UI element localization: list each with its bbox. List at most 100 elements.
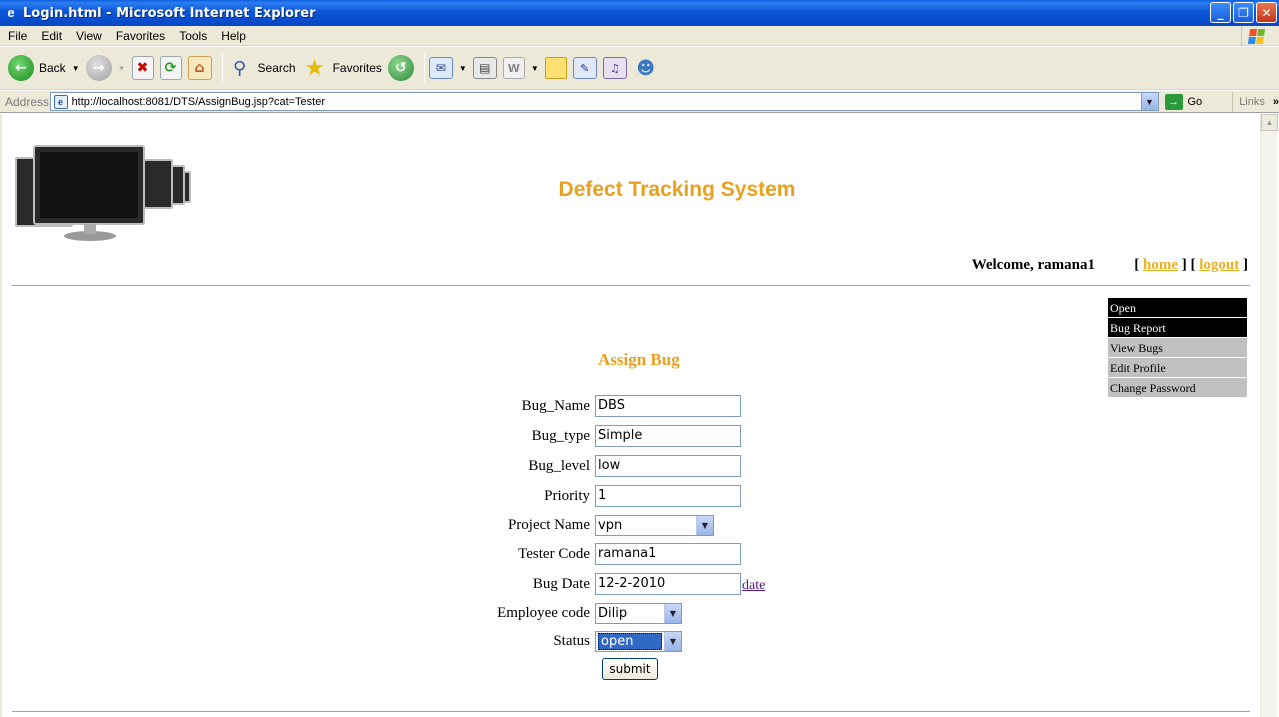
people-icon: ☻: [636, 57, 656, 79]
history-button[interactable]: ↺: [387, 50, 414, 86]
menu-view[interactable]: View: [72, 29, 108, 43]
star-icon: ★: [304, 55, 325, 81]
mail-button[interactable]: ✉ ▼: [428, 50, 467, 86]
logout-link[interactable]: logout: [1199, 257, 1239, 273]
chevron-down-icon[interactable]: ▼: [664, 631, 681, 651]
welcome-message: Welcome, ramana1: [971, 257, 1095, 273]
menu-edit[interactable]: Edit: [37, 29, 68, 43]
note-icon: [544, 57, 567, 79]
back-arrow-icon: ←: [8, 55, 34, 81]
home-button[interactable]: ⌂: [187, 50, 212, 86]
minimize-button[interactable]: _: [1210, 2, 1231, 23]
mail-icon: ✉: [428, 57, 453, 79]
messenger-icon: ✎: [572, 57, 597, 79]
menu-favorites[interactable]: Favorites: [112, 29, 171, 43]
header-divider: [12, 285, 1250, 286]
bug-level-label: Bug_level: [528, 457, 590, 474]
media-icon: ♫: [602, 57, 627, 79]
chevron-down-icon[interactable]: ▼: [696, 515, 713, 535]
toolbar-separator: [221, 53, 223, 83]
print-button[interactable]: ▤: [472, 50, 497, 86]
project-name-select[interactable]: vpn ▼: [595, 514, 714, 536]
priority-label: Priority: [544, 487, 590, 504]
menu-bar: File Edit View Favorites Tools Help: [0, 26, 1279, 46]
close-button[interactable]: ✕: [1256, 2, 1277, 23]
forward-arrow-icon: →: [85, 55, 112, 81]
search-label: Search: [257, 61, 296, 75]
address-bar: Address e http://localhost:8081/DTS/Assi…: [0, 91, 1279, 113]
history-icon: ↺: [387, 55, 414, 81]
vertical-scrollbar[interactable]: ▲: [1260, 114, 1278, 717]
stop-icon: ✖: [131, 56, 154, 80]
bug-level-input[interactable]: low: [595, 455, 741, 477]
priority-row: Priority 1: [442, 485, 741, 507]
search-icon: ⚲: [232, 57, 247, 79]
side-menu: Open Bug Report View Bugs Edit Profile C…: [1108, 298, 1247, 398]
window-title-bar[interactable]: e Login.html - Microsoft Internet Explor…: [0, 0, 1279, 26]
project-name-row: Project Name vpn ▼: [442, 514, 714, 536]
employee-code-select[interactable]: Dilip ▼: [595, 602, 682, 624]
go-label: Go: [1187, 95, 1203, 108]
address-dropdown-icon[interactable]: ▼: [1140, 93, 1158, 110]
bug-type-input[interactable]: Simple: [595, 425, 741, 447]
messenger-button[interactable]: ✎: [572, 50, 597, 86]
refresh-button[interactable]: ⟳: [159, 50, 182, 86]
back-dropdown-icon[interactable]: ▼: [72, 64, 80, 73]
home-icon: ⌂: [187, 56, 212, 80]
edit-dropdown-icon[interactable]: ▼: [531, 64, 539, 73]
status-select[interactable]: open ▼: [595, 630, 682, 652]
go-arrow-icon: →: [1164, 93, 1183, 110]
project-name-label: Project Name: [507, 516, 590, 533]
bug-name-label: Bug_Name: [521, 397, 590, 414]
address-label: Address: [5, 94, 50, 109]
status-row: Status open ▼: [442, 630, 682, 652]
employee-code-row: Employee code Dilip ▼: [442, 602, 682, 624]
bug-name-input[interactable]: DBS: [595, 395, 741, 417]
back-button[interactable]: ← Back ▼: [8, 50, 80, 86]
go-button[interactable]: → Go: [1164, 93, 1203, 110]
toolbar-separator: [423, 53, 425, 83]
menu-help[interactable]: Help: [217, 29, 252, 43]
bug-name-row: Bug_Name DBS: [442, 395, 741, 417]
discuss-button[interactable]: [544, 50, 567, 86]
people-button[interactable]: ☻: [633, 50, 659, 86]
home-link[interactable]: home: [1143, 257, 1178, 273]
bug-date-row: Bug Date 12-2-2010 date: [442, 573, 765, 595]
search-button[interactable]: ⚲ Search: [227, 50, 296, 86]
favorites-button[interactable]: ★ Favorites: [302, 50, 382, 86]
tester-code-input[interactable]: ramana1: [595, 543, 741, 565]
edit-page-icon: W: [502, 57, 525, 79]
forward-dropdown-icon[interactable]: ▼: [118, 64, 126, 73]
tester-code-row: Tester Code ramana1: [442, 543, 741, 565]
side-menu-change-password[interactable]: Change Password: [1108, 378, 1247, 398]
side-menu-open[interactable]: Open: [1108, 298, 1247, 318]
side-menu-bug-report[interactable]: Bug Report: [1108, 318, 1247, 338]
address-url[interactable]: http://localhost:8081/DTS/AssignBug.jsp?…: [72, 96, 325, 108]
date-picker-link[interactable]: date: [742, 578, 765, 594]
side-menu-edit-profile[interactable]: Edit Profile: [1108, 358, 1247, 378]
chevron-down-icon[interactable]: ▼: [664, 603, 681, 623]
side-menu-view-bugs[interactable]: View Bugs: [1108, 338, 1247, 358]
forward-button[interactable]: → ▼: [85, 50, 126, 86]
project-name-value: vpn: [598, 517, 623, 533]
footer-divider: [12, 711, 1250, 712]
links-toolbar[interactable]: Links: [1232, 91, 1265, 112]
edit-button[interactable]: W ▼: [502, 50, 539, 86]
mail-dropdown-icon[interactable]: ▼: [459, 64, 467, 73]
menu-file[interactable]: File: [4, 29, 33, 43]
chevron-right-icon[interactable]: »: [1273, 96, 1279, 108]
address-input[interactable]: e http://localhost:8081/DTS/AssignBug.js…: [49, 92, 1159, 111]
priority-input[interactable]: 1: [595, 485, 741, 507]
bug-date-label: Bug Date: [532, 575, 590, 592]
menu-tools[interactable]: Tools: [175, 29, 213, 43]
submit-button[interactable]: submit: [602, 658, 658, 680]
bug-date-input[interactable]: 12-2-2010: [595, 573, 741, 595]
media-button[interactable]: ♫: [602, 50, 627, 86]
scroll-up-icon[interactable]: ▲: [1261, 114, 1278, 131]
page-content: Defect Tracking System Welcome, ramana1 …: [2, 114, 1260, 717]
window-title: Login.html - Microsoft Internet Explorer: [23, 5, 316, 21]
printer-icon: ▤: [472, 57, 497, 79]
maximize-button[interactable]: ❐: [1233, 2, 1254, 23]
refresh-icon: ⟳: [159, 56, 182, 80]
stop-button[interactable]: ✖: [131, 50, 154, 86]
